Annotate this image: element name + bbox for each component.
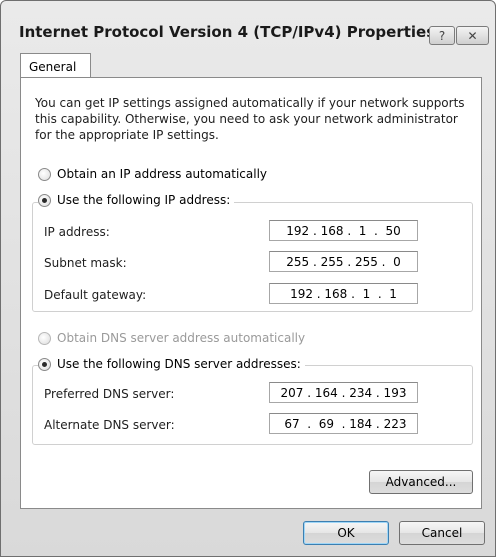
radio-checked-icon: [38, 357, 51, 371]
obtain-ip-auto-radio[interactable]: Obtain an IP address automatically: [38, 167, 272, 181]
preferred-dns-field[interactable]: 207 . 164 . 234 . 193: [269, 382, 418, 403]
help-icon: ?: [438, 28, 446, 43]
use-following-dns-label: Use the following DNS server addresses:: [57, 357, 301, 371]
intro-text: You can get IP settings assigned automat…: [35, 96, 465, 142]
preferred-dns-label: Preferred DNS server:: [44, 387, 175, 401]
help-button[interactable]: ?: [429, 26, 455, 45]
advanced-button[interactable]: Advanced...: [369, 470, 473, 494]
dialog-window: Internet Protocol Version 4 (TCP/IPv4) P…: [0, 0, 496, 557]
ok-button[interactable]: OK: [303, 521, 389, 545]
default-gateway-field[interactable]: 192 . 168 . 1 . 1: [269, 283, 418, 304]
obtain-ip-auto-label: Obtain an IP address automatically: [57, 167, 268, 181]
default-gateway-label: Default gateway:: [44, 288, 147, 302]
close-icon: ✕: [467, 28, 478, 43]
tab-general[interactable]: General: [20, 53, 91, 78]
ip-address-label: IP address:: [44, 225, 110, 239]
radio-unchecked-icon: [38, 167, 51, 181]
alternate-dns-field[interactable]: 67 . 69 . 184 . 223: [269, 413, 418, 434]
radio-unchecked-icon: [38, 331, 51, 345]
subnet-mask-field[interactable]: 255 . 255 . 255 . 0: [269, 251, 418, 272]
use-following-dns-radio[interactable]: Use the following DNS server addresses:: [38, 357, 305, 371]
use-following-ip-label: Use the following IP address:: [57, 193, 231, 207]
use-following-ip-radio[interactable]: Use the following IP address:: [38, 193, 235, 207]
title-bar[interactable]: Internet Protocol Version 4 (TCP/IPv4) P…: [1, 1, 495, 45]
radio-checked-icon: [38, 193, 51, 207]
general-panel: You can get IP settings assigned automat…: [20, 77, 482, 509]
obtain-dns-auto-radio[interactable]: Obtain DNS server address automatically: [38, 331, 310, 345]
close-button[interactable]: ✕: [456, 26, 489, 45]
obtain-dns-auto-label: Obtain DNS server address automatically: [57, 331, 306, 345]
subnet-mask-label: Subnet mask:: [44, 256, 127, 270]
cancel-button[interactable]: Cancel: [399, 521, 485, 545]
window-title: Internet Protocol Version 4 (TCP/IPv4) P…: [19, 23, 436, 41]
alternate-dns-label: Alternate DNS server:: [44, 418, 175, 432]
ip-address-field[interactable]: 192 . 168 . 1 . 50: [269, 220, 418, 241]
